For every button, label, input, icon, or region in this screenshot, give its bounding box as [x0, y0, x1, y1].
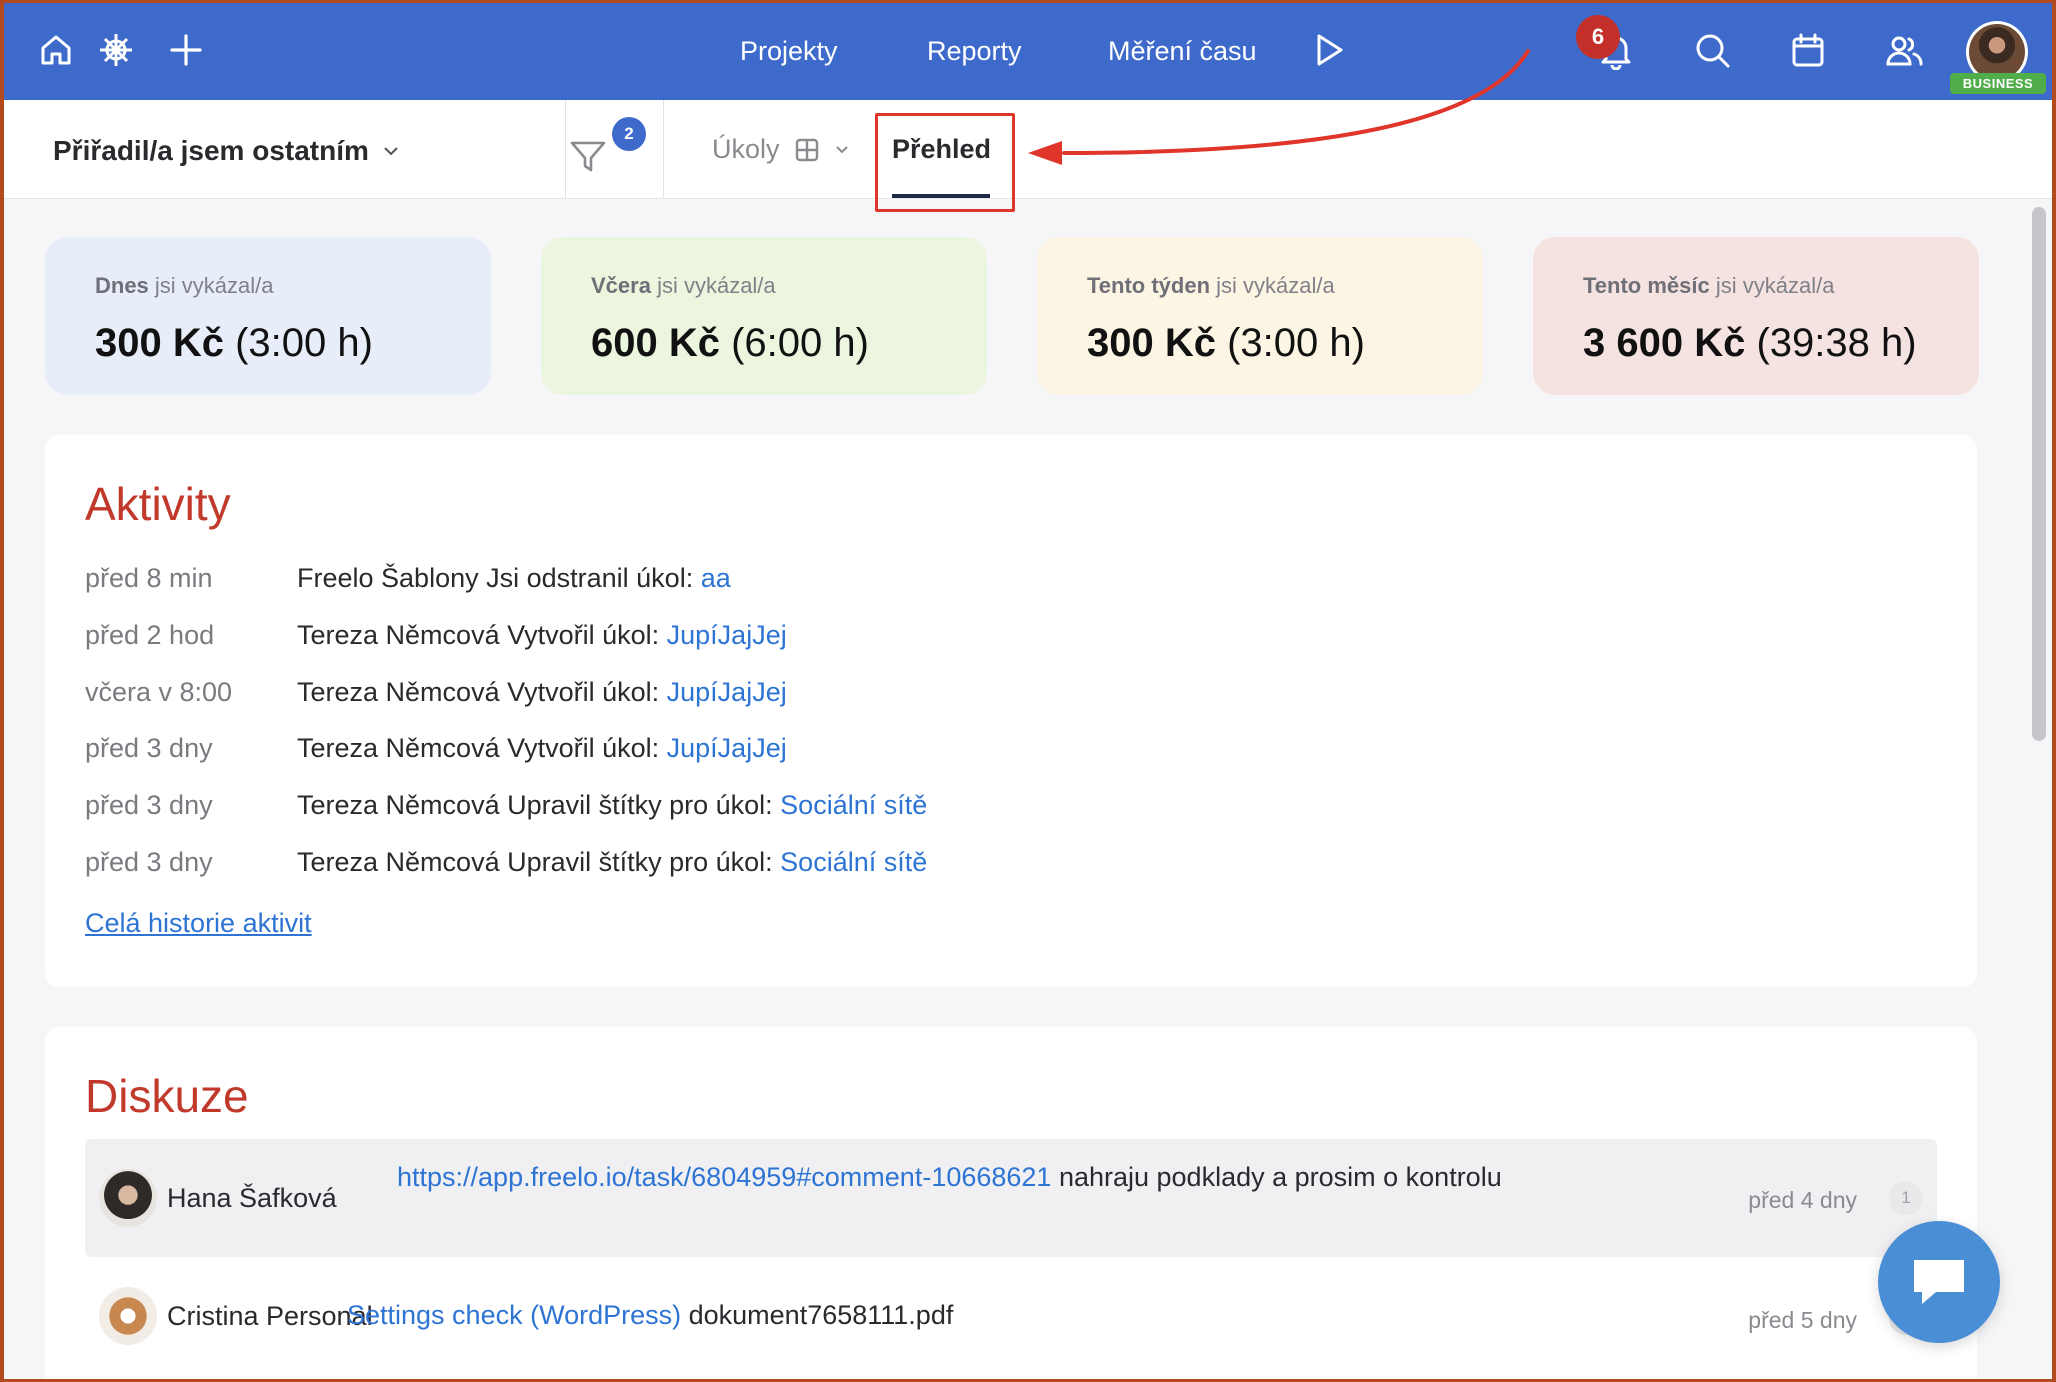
activity-time: před 3 dny: [85, 847, 213, 877]
avatar: [99, 1287, 157, 1345]
activity-task-link[interactable]: JupíJajJej: [667, 733, 787, 763]
stat-card-this-month: Tento měsíc jsi vykázal/a 3 600 Kč (39:3…: [1533, 237, 1979, 395]
stat-value: 600 Kč (6:00 h): [591, 321, 869, 365]
assigned-filter-dropdown[interactable]: Přiřadil/a jsem ostatním: [53, 135, 399, 167]
chat-support-button[interactable]: [1878, 1221, 2000, 1343]
nav-time-tracking[interactable]: Měření času: [1108, 36, 1257, 67]
activity-task-link[interactable]: Sociální sítě: [780, 790, 927, 820]
activity-task-link[interactable]: aa: [701, 563, 731, 593]
full-activity-history-link[interactable]: Celá historie aktivit: [85, 908, 312, 939]
users-icon[interactable]: [1882, 28, 1926, 72]
chevron-down-icon: [384, 147, 398, 156]
calendar-icon[interactable]: [1786, 28, 1830, 72]
helm-icon[interactable]: [94, 28, 138, 72]
activity-time: před 8 min: [85, 563, 213, 593]
stat-card-today: Dnes jsi vykázal/a 300 Kč (3:00 h): [45, 237, 491, 395]
filter-count-badge: 2: [612, 117, 646, 151]
discussion-author: Cristina Personal: [167, 1301, 373, 1331]
play-icon[interactable]: [1306, 28, 1350, 72]
activity-time: před 3 dny: [85, 790, 213, 820]
discussion-message: Settings check (WordPress) dokument76581…: [347, 1300, 954, 1330]
activity-task-link[interactable]: JupíJajJej: [667, 620, 787, 650]
plus-icon[interactable]: [164, 28, 208, 72]
discussion-author: Hana Šafková: [167, 1183, 337, 1213]
activity-time: před 3 dny: [85, 733, 213, 763]
activity-text: Tereza Němcová Upravil štítky pro úkol: …: [297, 847, 928, 877]
grid-icon: [795, 138, 818, 161]
discussions-title: Diskuze: [85, 1070, 249, 1122]
annotation-highlight-box: [875, 113, 1015, 212]
stat-card-yesterday: Včera jsi vykázal/a 600 Kč (6:00 h): [541, 237, 987, 395]
user-photo: [1969, 24, 2025, 80]
activity-time: včera v 8:00: [85, 677, 233, 707]
comment-link[interactable]: https://app.freelo.io/task/6804959#comme…: [397, 1162, 1051, 1192]
activity-text: Tereza Němcová Vytvořil úkol: JupíJajJej: [297, 620, 787, 650]
assigned-filter-label: Přiřadil/a jsem ostatním: [53, 135, 369, 166]
stat-label: Dnes jsi vykázal/a: [95, 273, 274, 298]
discussion-row[interactable]: Cristina Personal Settings check (WordPr…: [85, 1277, 1937, 1357]
activity-text: Tereza Němcová Vytvořil úkol: JupíJajJej: [297, 677, 787, 707]
top-navigation-bar: Projekty Reporty Měření času 6 BUSINESS: [4, 3, 2052, 100]
activity-task-link[interactable]: JupíJajJej: [667, 677, 787, 707]
home-icon[interactable]: [34, 28, 78, 72]
activity-text: Tereza Němcová Vytvořil úkol: JupíJajJej: [297, 733, 787, 763]
discussion-row[interactable]: Hana Šafková https://app.freelo.io/task/…: [85, 1139, 1937, 1257]
search-icon[interactable]: [1690, 28, 1734, 72]
stat-label: Tento měsíc jsi vykázal/a: [1583, 273, 1835, 298]
task-link[interactable]: Settings check (WordPress): [347, 1300, 681, 1330]
scrollbar-thumb[interactable]: [2032, 207, 2046, 741]
stat-label: Včera jsi vykázal/a: [591, 273, 776, 298]
nav-projects[interactable]: Projekty: [740, 36, 838, 67]
chat-icon: [1914, 1260, 1964, 1304]
scrollbar[interactable]: [2026, 199, 2052, 1379]
tab-tasks[interactable]: Úkoly: [712, 134, 850, 165]
chevron-down-icon: [835, 145, 848, 153]
divider: [663, 100, 664, 199]
stat-card-this-week: Tento týden jsi vykázal/a 300 Kč (3:00 h…: [1037, 237, 1483, 395]
discussion-time: před 4 dny: [1748, 1187, 1857, 1213]
activities-title: Aktivity: [85, 478, 231, 530]
comment-count-badge: 1: [1889, 1181, 1923, 1215]
stat-value: 300 Kč (3:00 h): [95, 321, 373, 365]
business-plan-badge: BUSINESS: [1950, 73, 2046, 94]
stat-value: 300 Kč (3:00 h): [1087, 321, 1365, 365]
discussion-message: https://app.freelo.io/task/6804959#comme…: [397, 1162, 1502, 1192]
activities-panel: Aktivity před 8 min Freelo Šablony Jsi o…: [45, 435, 1977, 987]
activity-text: Freelo Šablony Jsi odstranil úkol: aa: [297, 563, 731, 593]
filter-icon[interactable]: [566, 134, 610, 178]
discussions-panel: Diskuze Hana Šafková https://app.freelo.…: [45, 1027, 1977, 1379]
activity-time: před 2 hod: [85, 620, 215, 650]
nav-reports[interactable]: Reporty: [927, 36, 1022, 67]
avatar: [99, 1169, 157, 1227]
activity-text: Tereza Němcová Upravil štítky pro úkol: …: [297, 790, 928, 820]
activity-task-link[interactable]: Sociální sítě: [780, 847, 927, 877]
notifications-badge: 6: [1576, 15, 1620, 59]
discussion-time: před 5 dny: [1748, 1307, 1857, 1333]
app-window: Projekty Reporty Měření času 6 BUSINESS …: [4, 3, 2052, 1379]
stat-value: 3 600 Kč (39:38 h): [1583, 321, 1917, 365]
stat-label: Tento týden jsi vykázal/a: [1087, 273, 1335, 298]
view-toolbar: Přiřadil/a jsem ostatním 2 Úkoly Přehled: [4, 100, 2052, 199]
tab-tasks-label: Úkoly: [712, 134, 780, 164]
